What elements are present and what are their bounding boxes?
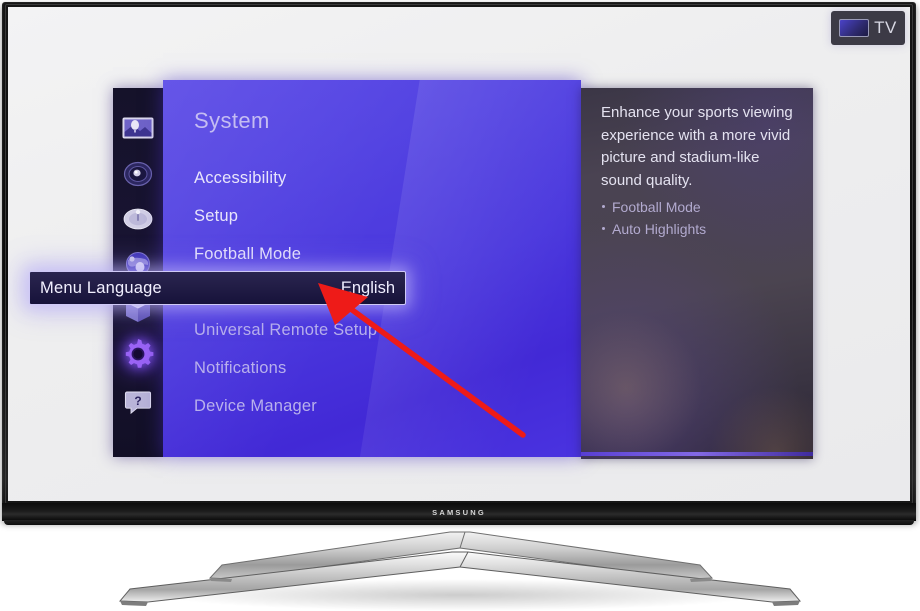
samsung-tv-device: TV ? System Accessibility Setup Football…: [0, 0, 920, 611]
sidebar-item-support[interactable]: ?: [113, 378, 163, 426]
menu-item-label: Accessibility: [194, 168, 287, 187]
menu-item-accessibility[interactable]: Accessibility: [163, 163, 581, 193]
menu-item-label: Notifications: [194, 358, 287, 377]
menu-item-label: Football Mode: [194, 244, 302, 263]
menu-item-universal-remote-setup[interactable]: Universal Remote Setup: [163, 315, 581, 345]
menu-item-label: Universal Remote Setup: [194, 320, 378, 339]
menu-item-setup[interactable]: Setup: [163, 201, 581, 231]
tv-on-screen-display: TV ? System Accessibility Setup Football…: [8, 7, 910, 501]
menu-item-menu-language-selected[interactable]: Menu Language English: [29, 271, 406, 305]
tv-screen: TV ? System Accessibility Setup Football…: [8, 7, 910, 501]
list-item: Football Mode: [601, 196, 801, 218]
menu-item-label: Menu Language: [40, 278, 162, 297]
info-panel-backdrop-blur: [581, 298, 701, 459]
info-panel-description: Enhance your sports viewing experience w…: [601, 104, 793, 189]
menu-item-football-mode[interactable]: Football Mode: [163, 239, 581, 269]
help-bubble-icon: ?: [124, 391, 152, 415]
menu-item-value: English: [340, 278, 395, 297]
sidebar-item-broadcast[interactable]: [113, 195, 163, 243]
svg-text:?: ?: [134, 394, 141, 408]
menu-item-label: Device Manager: [194, 396, 317, 415]
system-menu-panel: System Accessibility Setup Football Mode…: [163, 80, 581, 457]
page-title: System: [194, 108, 270, 133]
tv-source-badge[interactable]: TV: [831, 11, 905, 45]
menu-item-device-manager[interactable]: Device Manager: [163, 391, 581, 421]
info-panel-backdrop-blur: [691, 388, 813, 459]
menu-item-label: Setup: [194, 206, 239, 225]
tv-source-label: TV: [874, 18, 897, 37]
info-panel-feature-list: Football Mode Auto Highlights: [601, 196, 801, 240]
list-item: Auto Highlights: [601, 218, 801, 240]
sidebar-item-picture[interactable]: [113, 104, 163, 152]
info-panel-accent-bar: [581, 452, 813, 456]
tv-stand: [118, 531, 802, 611]
menu-item-notifications[interactable]: Notifications: [163, 353, 581, 383]
satellite-dish-icon: [123, 208, 153, 230]
gear-icon: [125, 339, 154, 368]
speaker-icon: [123, 161, 153, 187]
info-panel: Enhance your sports viewing experience w…: [581, 88, 813, 459]
picture-icon: [122, 117, 154, 139]
sidebar-item-system[interactable]: [113, 330, 163, 378]
tv-screen-icon: [839, 19, 870, 37]
sidebar-item-sound[interactable]: [113, 150, 163, 198]
